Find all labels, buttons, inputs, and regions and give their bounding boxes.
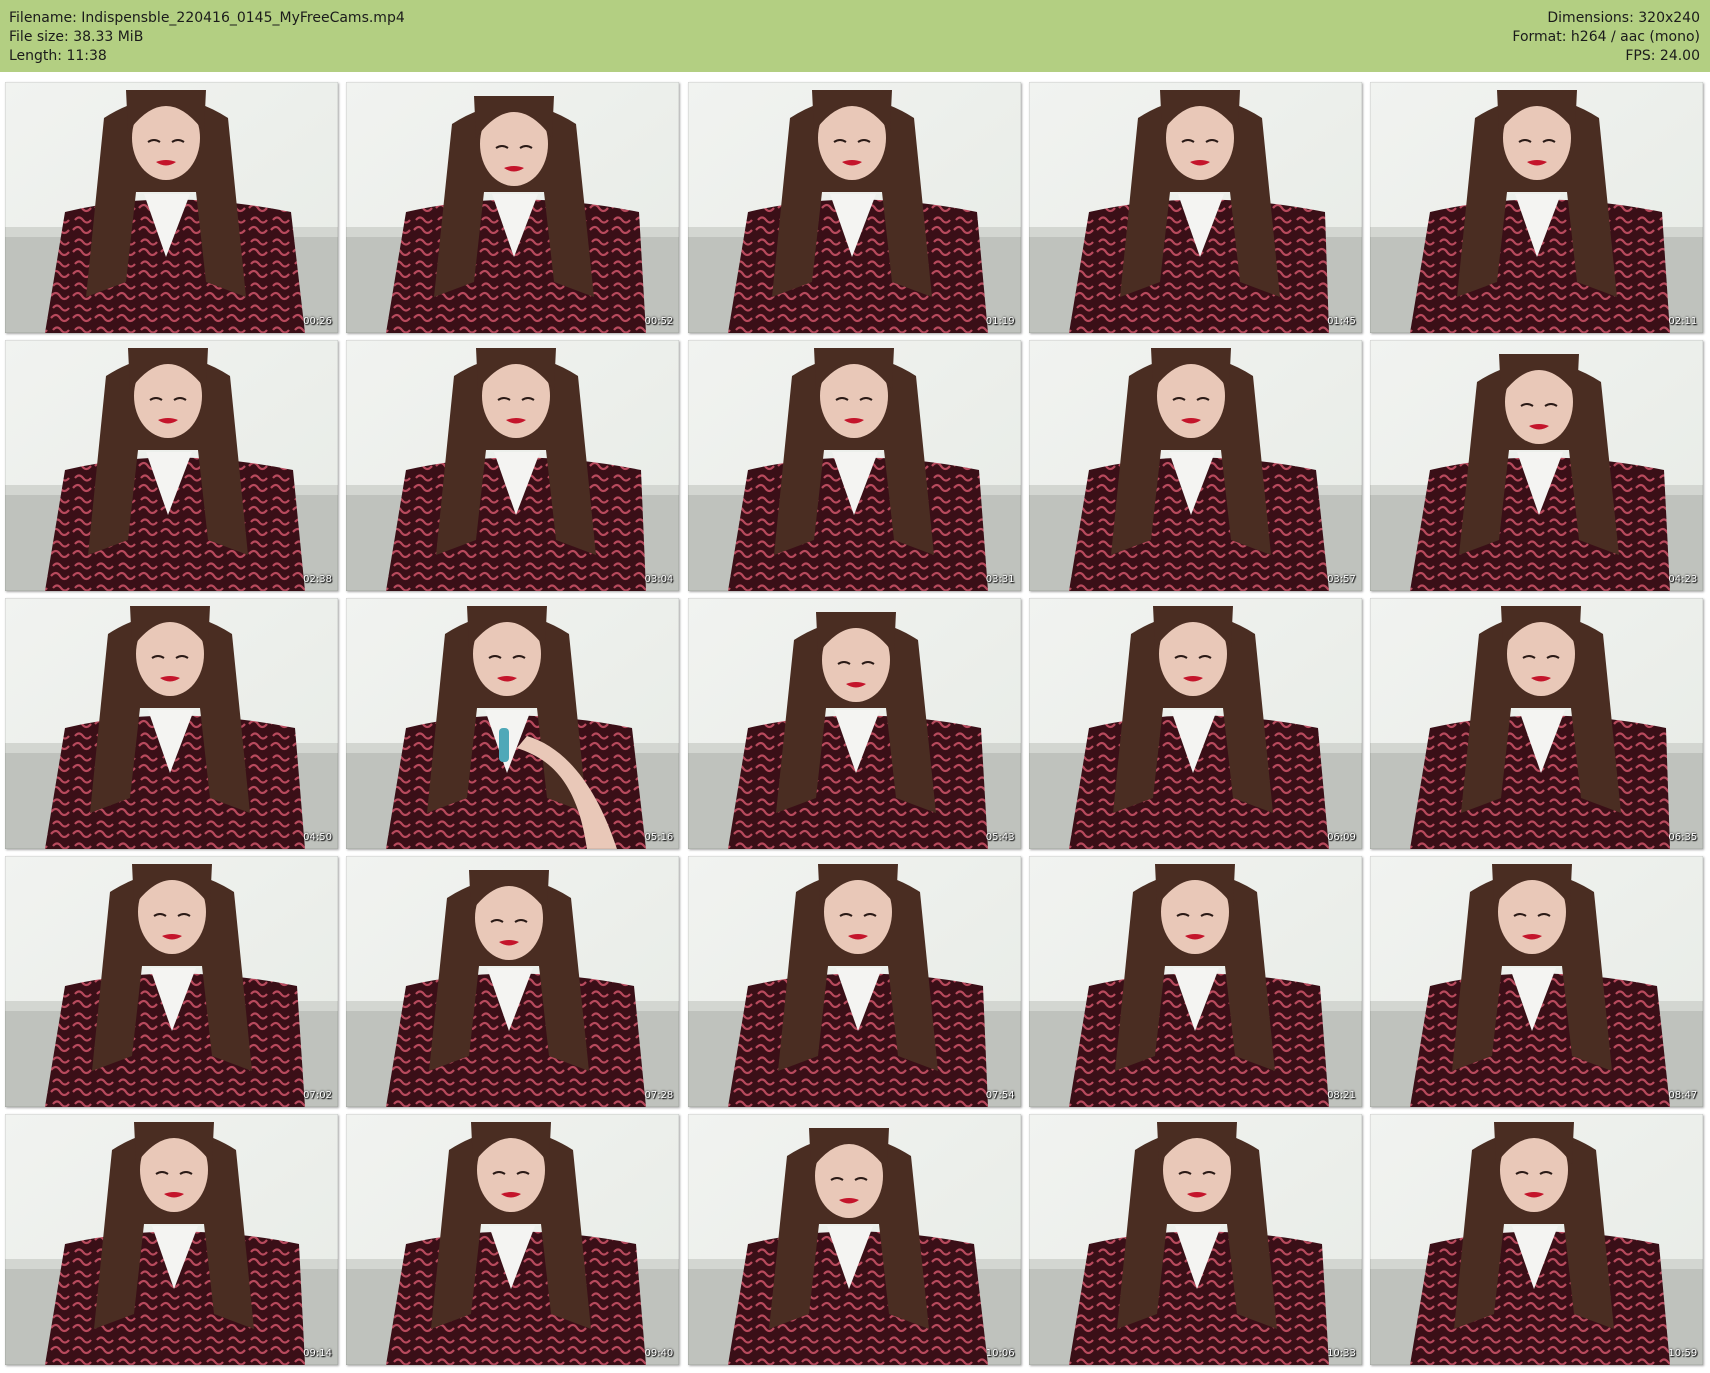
fps-text: FPS: 24.00 bbox=[1625, 48, 1700, 64]
frame-timestamp: 03:57 bbox=[1327, 574, 1356, 585]
frame-image bbox=[1370, 856, 1704, 1107]
frame-timestamp: 07:28 bbox=[644, 1090, 674, 1101]
frame-timestamp: 08:47 bbox=[1668, 1090, 1698, 1101]
thumbnail-frame: 05:16 bbox=[346, 598, 680, 849]
frame-timestamp: 07:02 bbox=[303, 1090, 332, 1101]
frame-image bbox=[5, 1114, 338, 1365]
frame-timestamp: 01:19 bbox=[985, 316, 1015, 327]
frame-image bbox=[346, 82, 680, 333]
thumbnail-frame: 10:33 bbox=[1028, 1114, 1362, 1365]
frame-image bbox=[5, 340, 338, 591]
frame-timestamp: 02:38 bbox=[303, 574, 332, 585]
frame-image bbox=[346, 340, 680, 591]
thumbnail-frame: 03:57 bbox=[1028, 340, 1362, 591]
frame-image bbox=[687, 340, 1021, 591]
frame-image bbox=[1370, 1114, 1704, 1365]
thumbnail-frame: 10:59 bbox=[1370, 1114, 1704, 1365]
frame-timestamp: 05:16 bbox=[644, 832, 674, 843]
frame-image bbox=[687, 82, 1021, 333]
info-header: Filename: Indispensble_220416_0145_MyFre… bbox=[0, 0, 1710, 72]
frame-image bbox=[687, 1114, 1021, 1365]
thumbnail-frame: 08:21 bbox=[1028, 856, 1362, 1107]
frame-timestamp: 01:45 bbox=[1327, 316, 1356, 327]
frame-timestamp: 00:26 bbox=[303, 316, 332, 327]
file-info-right: Dimensions: 320x240 Format: h264 / aac (… bbox=[1512, 9, 1700, 66]
frame-timestamp: 03:04 bbox=[644, 574, 674, 585]
thumbnail-frame: 02:11 bbox=[1370, 82, 1704, 333]
thumbnail-grid: 00:26 00:52 01:19 01:45 02:11 02:38 03:04 03:31… bbox=[5, 82, 1707, 1365]
thumbnail-frame: 05:43 bbox=[687, 598, 1021, 849]
format-text: Format: h264 / aac (mono) bbox=[1512, 29, 1700, 45]
filesize-text: File size: 38.33 MiB bbox=[9, 29, 144, 45]
thumbnail-frame: 00:26 bbox=[5, 82, 338, 333]
thumbnail-frame: 07:54 bbox=[687, 856, 1021, 1107]
thumbnail-frame: 09:40 bbox=[346, 1114, 680, 1365]
thumbnail-frame: 07:28 bbox=[346, 856, 680, 1107]
frame-image bbox=[1370, 340, 1704, 591]
thumbnail-frame: 07:02 bbox=[5, 856, 338, 1107]
frame-image bbox=[1370, 82, 1704, 333]
frame-timestamp: 02:11 bbox=[1668, 316, 1698, 327]
frame-timestamp: 10:33 bbox=[1327, 1348, 1356, 1359]
thumbnail-frame: 09:14 bbox=[5, 1114, 338, 1365]
frame-timestamp: 03:31 bbox=[985, 574, 1015, 585]
frame-timestamp: 07:54 bbox=[985, 1090, 1015, 1101]
frame-image bbox=[1370, 598, 1704, 849]
frame-image bbox=[5, 856, 338, 1107]
frame-timestamp: 06:35 bbox=[1668, 832, 1698, 843]
frame-image bbox=[1028, 1114, 1362, 1365]
frame-image bbox=[687, 598, 1021, 849]
thumbnail-frame: 06:35 bbox=[1370, 598, 1704, 849]
frame-timestamp: 09:40 bbox=[644, 1348, 674, 1359]
frame-timestamp: 08:21 bbox=[1327, 1090, 1356, 1101]
thumbnail-frame: 01:45 bbox=[1028, 82, 1362, 333]
thumbnail-frame: 03:04 bbox=[346, 340, 680, 591]
frame-timestamp: 04:23 bbox=[1668, 574, 1698, 585]
frame-timestamp: 06:09 bbox=[1327, 832, 1356, 843]
frame-image bbox=[346, 598, 680, 849]
length-text: Length: 11:38 bbox=[9, 48, 107, 64]
thumbnail-frame: 03:31 bbox=[687, 340, 1021, 591]
thumbnail-frame: 01:19 bbox=[687, 82, 1021, 333]
frame-timestamp: 05:43 bbox=[985, 832, 1015, 843]
frame-timestamp: 00:52 bbox=[644, 316, 674, 327]
thumbnail-frame: 06:09 bbox=[1028, 598, 1362, 849]
frame-image bbox=[5, 598, 338, 849]
frame-image bbox=[1028, 340, 1362, 591]
thumbnail-frame: 02:38 bbox=[5, 340, 338, 591]
frame-image bbox=[1028, 82, 1362, 333]
dimensions-text: Dimensions: 320x240 bbox=[1547, 10, 1700, 26]
frame-timestamp: 09:14 bbox=[303, 1348, 332, 1359]
frame-image bbox=[346, 856, 680, 1107]
filename-text: Filename: Indispensble_220416_0145_MyFre… bbox=[9, 10, 405, 26]
frame-image bbox=[5, 82, 338, 333]
frame-image bbox=[1028, 598, 1362, 849]
frame-image bbox=[346, 1114, 680, 1365]
frame-image bbox=[687, 856, 1021, 1107]
frame-timestamp: 10:06 bbox=[985, 1348, 1015, 1359]
file-info-left: Filename: Indispensble_220416_0145_MyFre… bbox=[9, 9, 405, 66]
frame-timestamp: 10:59 bbox=[1668, 1348, 1698, 1359]
thumbnail-frame: 04:50 bbox=[5, 598, 338, 849]
thumbnail-frame: 08:47 bbox=[1370, 856, 1704, 1107]
thumbnail-frame: 04:23 bbox=[1370, 340, 1704, 591]
frame-image bbox=[1028, 856, 1362, 1107]
frame-timestamp: 04:50 bbox=[303, 832, 332, 843]
thumbnail-frame: 00:52 bbox=[346, 82, 680, 333]
thumbnail-frame: 10:06 bbox=[687, 1114, 1021, 1365]
